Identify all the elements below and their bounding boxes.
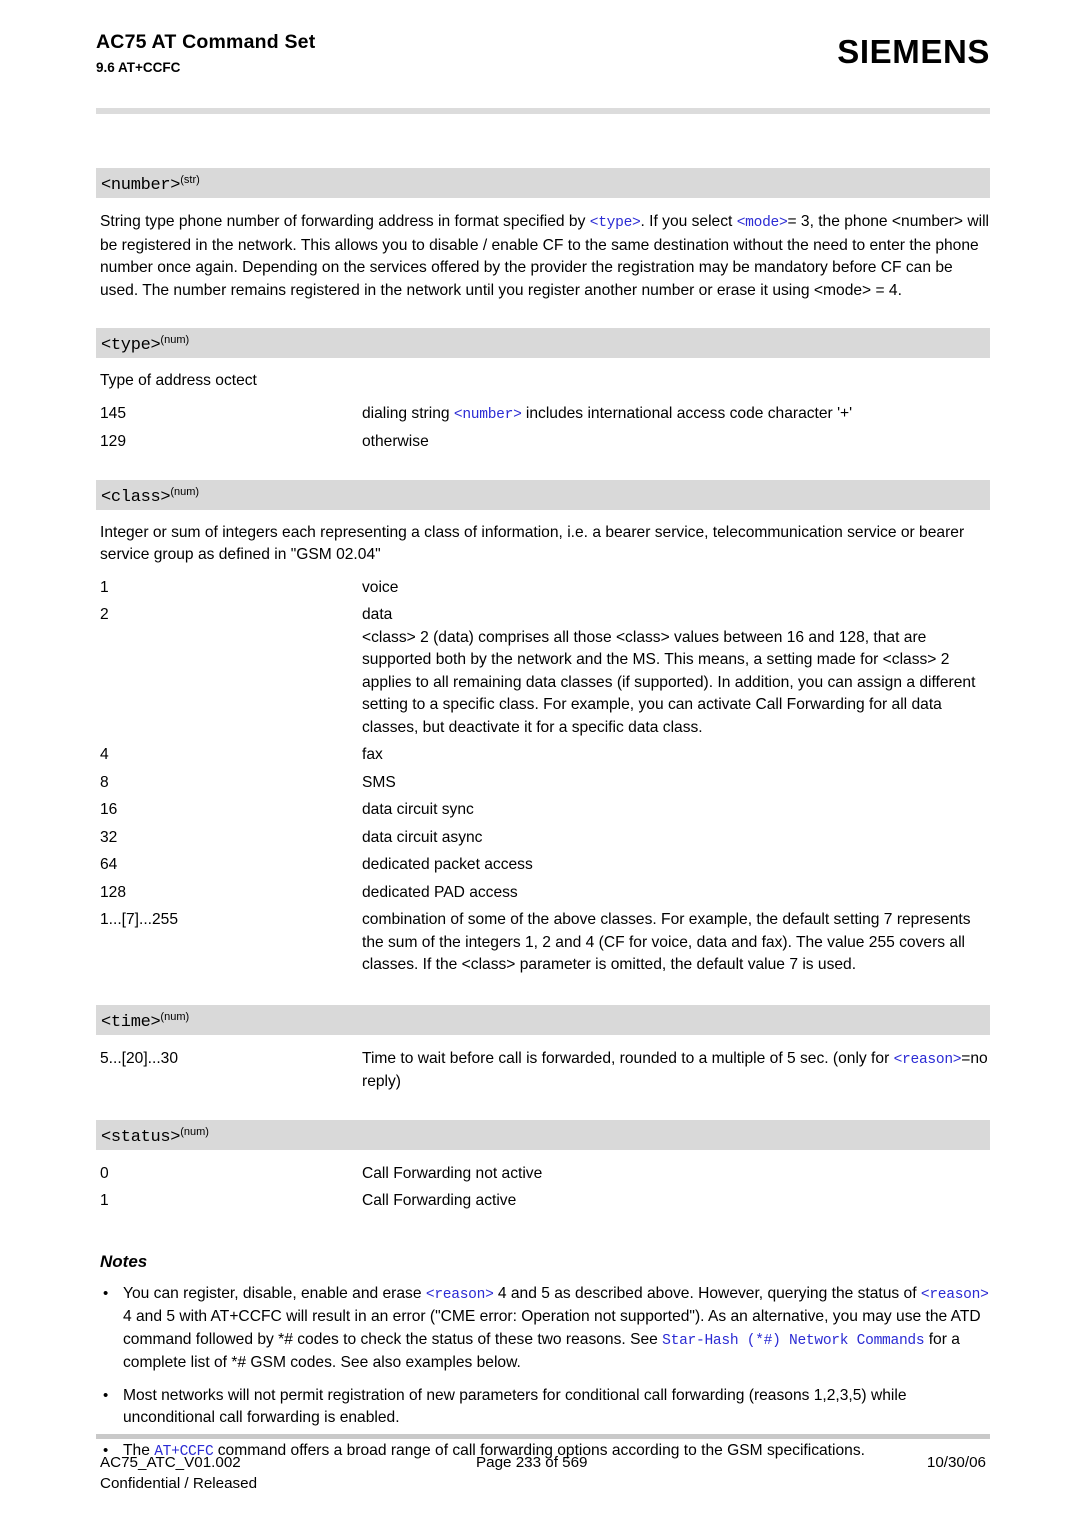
param-sup-type: (num) bbox=[160, 334, 190, 346]
param-band-class: <class>(num) bbox=[96, 479, 990, 510]
class-key: 32 bbox=[100, 828, 118, 846]
header-divider bbox=[96, 108, 990, 114]
class-rows: 1 voice 2 data <class> 2 (data) comprise… bbox=[0, 577, 1080, 977]
siemens-logo: SIEMENS bbox=[837, 33, 990, 70]
class-key: 4 bbox=[100, 746, 109, 763]
time-rows: 5...[20]...30 Time to wait before call i… bbox=[0, 1048, 1080, 1094]
table-row: 0 Call Forwarding not active bbox=[0, 1163, 1080, 1186]
param-name-number: <number>(str) bbox=[101, 174, 200, 195]
footer-divider bbox=[96, 1434, 990, 1439]
table-row: 2 data <class> 2 (data) comprises all th… bbox=[0, 604, 1080, 739]
type-value-pre: dialing string bbox=[362, 404, 454, 422]
time-key: 5...[20]...30 bbox=[100, 1049, 179, 1067]
param-band-number: <number>(str) bbox=[96, 168, 990, 198]
type-value: otherwise bbox=[362, 433, 429, 450]
link-star-hash-network-commands[interactable]: Star-Hash (*#) Network Commands bbox=[662, 1333, 925, 1349]
class-key: 8 bbox=[100, 773, 109, 791]
ref-mode[interactable]: <mode> bbox=[737, 215, 788, 231]
class-value-label: data bbox=[362, 606, 393, 623]
class-key: 128 bbox=[100, 883, 127, 901]
class-value: voice bbox=[362, 578, 399, 596]
class-value: combination of some of the above classes… bbox=[362, 911, 971, 973]
footer-date: 10/30/06 bbox=[926, 1454, 986, 1471]
param-sup-class: (num) bbox=[170, 485, 200, 498]
class-value-extra: <class> 2 (data) comprises all those <cl… bbox=[362, 628, 976, 736]
param-name-class: <class>(num) bbox=[101, 485, 200, 507]
table-row: 1 Call Forwarding active bbox=[0, 1190, 1080, 1213]
class-value: data circuit sync bbox=[362, 801, 474, 818]
param-band-status: <status>(num) bbox=[96, 1119, 990, 1150]
note-seg2: 4 and 5 as described above. However, que… bbox=[493, 1284, 921, 1302]
page-content: <number>(str) String type phone number o… bbox=[0, 168, 1080, 1463]
number-desc-seg2: . If you select bbox=[640, 213, 737, 230]
table-row: 4 fax bbox=[0, 744, 1080, 767]
page-header: AC75 AT Command Set 9.6 AT+CCFC SIEMENS bbox=[96, 30, 990, 92]
param-name-time: <time>(num) bbox=[101, 1010, 190, 1032]
bullet-icon: • bbox=[103, 1386, 109, 1404]
time-value: Time to wait before call is forwarded, r… bbox=[362, 1048, 990, 1094]
param-band-type: <type>(num) bbox=[96, 328, 990, 358]
table-row: 5...[20]...30 Time to wait before call i… bbox=[0, 1048, 1080, 1094]
status-value: Call Forwarding active bbox=[362, 1192, 517, 1209]
class-value: data <class> 2 (data) comprises all thos… bbox=[362, 604, 990, 739]
status-key: 0 bbox=[100, 1164, 109, 1182]
class-value: dedicated PAD access bbox=[362, 883, 518, 901]
number-description: String type phone number of forwarding a… bbox=[100, 211, 990, 302]
note-item: • You can register, disable, enable and e… bbox=[103, 1283, 990, 1375]
type-key: 145 bbox=[100, 404, 127, 422]
class-value: dedicated packet access bbox=[362, 856, 533, 873]
footer-classification: Confidential / Released bbox=[100, 1475, 258, 1492]
ref-reason[interactable]: <reason> bbox=[894, 1052, 962, 1068]
class-key: 2 bbox=[100, 606, 109, 623]
table-row: 1 voice bbox=[0, 577, 1080, 600]
type-key: 129 bbox=[100, 433, 127, 450]
class-value: fax bbox=[362, 746, 383, 763]
type-value-post: includes international access code chara… bbox=[521, 404, 853, 422]
type-value: dialing string <number> includes interna… bbox=[362, 403, 990, 427]
table-row: 129 otherwise bbox=[0, 431, 1080, 454]
ref-reason[interactable]: <reason> bbox=[921, 1287, 989, 1303]
ref-number[interactable]: <number> bbox=[454, 407, 522, 423]
ref-type[interactable]: <type> bbox=[590, 215, 641, 231]
type-intro: Type of address octect bbox=[100, 372, 257, 389]
ref-reason[interactable]: <reason> bbox=[426, 1287, 494, 1303]
param-band-time: <time>(num) bbox=[96, 1004, 990, 1035]
notes-heading: Notes bbox=[100, 1251, 148, 1271]
class-key: 1 bbox=[100, 578, 109, 596]
class-value: SMS bbox=[362, 773, 396, 791]
table-row: 128 dedicated PAD access bbox=[0, 882, 1080, 905]
table-row: 64 dedicated packet access bbox=[0, 854, 1080, 877]
table-row: 8 SMS bbox=[0, 772, 1080, 795]
param-sup-status: (num) bbox=[180, 1125, 209, 1138]
page-footer: AC75_ATC_V01.002 Confidential / Released… bbox=[96, 1452, 990, 1502]
footer-page-number: Page 233 of 569 bbox=[476, 1454, 588, 1471]
class-key: 1...[7]...255 bbox=[100, 911, 179, 928]
param-sup-number: (str) bbox=[180, 174, 200, 186]
table-row: 145 dialing string <number> includes int… bbox=[0, 403, 1080, 427]
note-seg1: You can register, disable, enable and er… bbox=[123, 1284, 426, 1302]
table-row: 1...[7]...255 combination of some of the… bbox=[0, 909, 1080, 977]
bullet-icon: • bbox=[103, 1284, 109, 1302]
status-rows: 0 Call Forwarding not active 1 Call Forw… bbox=[0, 1163, 1080, 1213]
class-key: 16 bbox=[100, 801, 118, 818]
status-value: Call Forwarding not active bbox=[362, 1164, 543, 1182]
time-value-pre: Time to wait before call is forwarded, r… bbox=[362, 1049, 894, 1067]
param-sup-time: (num) bbox=[160, 1010, 190, 1023]
note-seg1: Most networks will not permit registrati… bbox=[123, 1386, 907, 1427]
class-value: data circuit async bbox=[362, 828, 483, 846]
class-key: 64 bbox=[100, 856, 118, 873]
status-key: 1 bbox=[100, 1192, 109, 1209]
param-name-status: <status>(num) bbox=[101, 1125, 209, 1147]
note-item: • Most networks will not permit registrat… bbox=[103, 1385, 990, 1430]
footer-doc-id: AC75_ATC_V01.002 bbox=[100, 1454, 241, 1471]
param-name-type: <type>(num) bbox=[101, 334, 190, 355]
number-desc-seg1: String type phone number of forwarding a… bbox=[100, 213, 590, 230]
table-row: 16 data circuit sync bbox=[0, 799, 1080, 822]
type-rows: 145 dialing string <number> includes int… bbox=[0, 403, 1080, 454]
table-row: 32 data circuit async bbox=[0, 827, 1080, 850]
class-intro: Integer or sum of integers each represen… bbox=[100, 523, 965, 564]
document-page: AC75 AT Command Set 9.6 AT+CCFC SIEMENS … bbox=[0, 0, 1080, 1528]
